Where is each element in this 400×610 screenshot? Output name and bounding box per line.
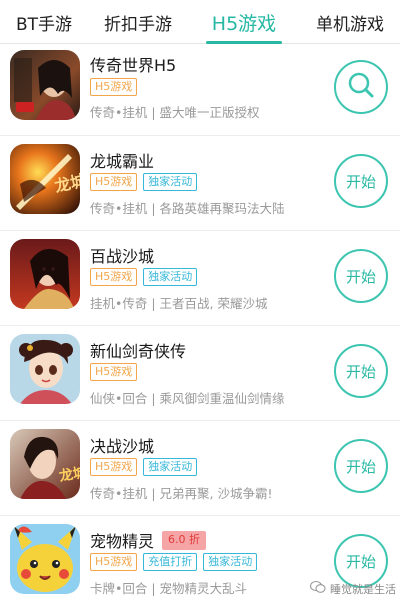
game-title: 龙城霸业 bbox=[90, 152, 155, 171]
tag-h5: H5游戏 bbox=[90, 268, 138, 286]
list-item[interactable]: 百战沙城 H5游戏 独家活动 挂机•传奇 | 王者百战, 荣耀沙城 开始 bbox=[0, 231, 400, 326]
tab-h5-games[interactable]: H5游戏 bbox=[188, 0, 300, 44]
game-description: 挂机•传奇 | 王者百战, 荣耀沙城 bbox=[90, 296, 268, 311]
start-button[interactable]: 开始 bbox=[334, 249, 388, 303]
legend-world-icon[interactable] bbox=[10, 50, 80, 120]
game-title: 百战沙城 bbox=[90, 247, 155, 266]
tag-group: H5游戏 充值打折 独家活动 bbox=[90, 553, 258, 571]
tag-group: H5游戏 bbox=[90, 363, 138, 381]
game-description: 传奇•挂机 | 各路英雄再聚玛法大陆 bbox=[90, 201, 285, 216]
tag-recharge-discount: 充值打折 bbox=[143, 553, 198, 571]
category-tabs: BT手游 折扣手游 H5游戏 单机游戏 bbox=[0, 0, 400, 44]
list-item[interactable]: 龙城 决战沙城 H5游戏 独家活动 传奇•挂机 | 兄弟再聚, 沙城争霸! 开始 bbox=[0, 421, 400, 516]
tag-h5: H5游戏 bbox=[90, 78, 138, 96]
decisive-battle-icon[interactable]: 龙城 bbox=[10, 429, 80, 499]
search-button[interactable] bbox=[334, 60, 388, 114]
watermark: 睡觉就是生活 bbox=[309, 580, 396, 597]
search-icon bbox=[346, 70, 376, 104]
tag-exclusive: 独家活动 bbox=[203, 553, 258, 571]
tag-group: H5游戏 独家活动 bbox=[90, 458, 198, 476]
list-item[interactable]: 龙城 龙城霸业 H5游戏 独家活动 传奇•挂机 | 各路英雄再聚玛法大陆 开始 bbox=[0, 136, 400, 231]
game-description: 传奇•挂机 | 兄弟再聚, 沙城争霸! bbox=[90, 486, 273, 501]
game-title: 传奇世界H5 bbox=[90, 56, 177, 75]
pet-elf-icon[interactable] bbox=[10, 524, 80, 594]
tag-group: H5游戏 bbox=[90, 78, 138, 96]
tag-h5: H5游戏 bbox=[90, 458, 138, 476]
tag-exclusive: 独家活动 bbox=[143, 173, 198, 191]
start-button[interactable]: 开始 bbox=[334, 439, 388, 493]
sand-city-icon[interactable] bbox=[10, 239, 80, 309]
game-title: 宠物精灵 6.0 折 bbox=[90, 528, 207, 552]
tag-h5: H5游戏 bbox=[90, 173, 138, 191]
tab-bt-games[interactable]: BT手游 bbox=[0, 0, 88, 44]
game-description: 仙侠•回合 | 乘风御剑重温仙剑情缘 bbox=[90, 391, 285, 406]
tag-group: H5游戏 独家活动 bbox=[90, 173, 198, 191]
tag-exclusive: 独家活动 bbox=[143, 458, 198, 476]
wechat-icon bbox=[309, 580, 326, 597]
start-button[interactable]: 开始 bbox=[334, 154, 388, 208]
tag-group: H5游戏 独家活动 bbox=[90, 268, 198, 286]
game-title: 决战沙城 bbox=[90, 437, 155, 456]
list-item[interactable]: 传奇世界H5 H5游戏 传奇•挂机 | 盛大唯一正版授权 bbox=[0, 44, 400, 136]
sword-fairy-icon[interactable] bbox=[10, 334, 80, 404]
game-list: 传奇世界H5 H5游戏 传奇•挂机 | 盛大唯一正版授权 龙城 龙城霸业 H5游… bbox=[0, 44, 400, 610]
game-title: 新仙剑奇侠传 bbox=[90, 342, 187, 361]
dragon-city-icon[interactable]: 龙城 bbox=[10, 144, 80, 214]
start-button[interactable]: 开始 bbox=[334, 344, 388, 398]
game-description: 卡牌•回合 | 宠物精灵大乱斗 bbox=[90, 581, 248, 596]
list-item[interactable]: 新仙剑奇侠传 H5游戏 仙侠•回合 | 乘风御剑重温仙剑情缘 开始 bbox=[0, 326, 400, 421]
discount-badge: 6.0 折 bbox=[162, 530, 207, 550]
tag-h5: H5游戏 bbox=[90, 553, 138, 571]
tab-discount-games[interactable]: 折扣手游 bbox=[88, 0, 188, 44]
tag-h5: H5游戏 bbox=[90, 363, 138, 381]
tag-exclusive: 独家活动 bbox=[143, 268, 198, 286]
game-description: 传奇•挂机 | 盛大唯一正版授权 bbox=[90, 105, 260, 120]
tab-single-games[interactable]: 单机游戏 bbox=[300, 0, 400, 44]
